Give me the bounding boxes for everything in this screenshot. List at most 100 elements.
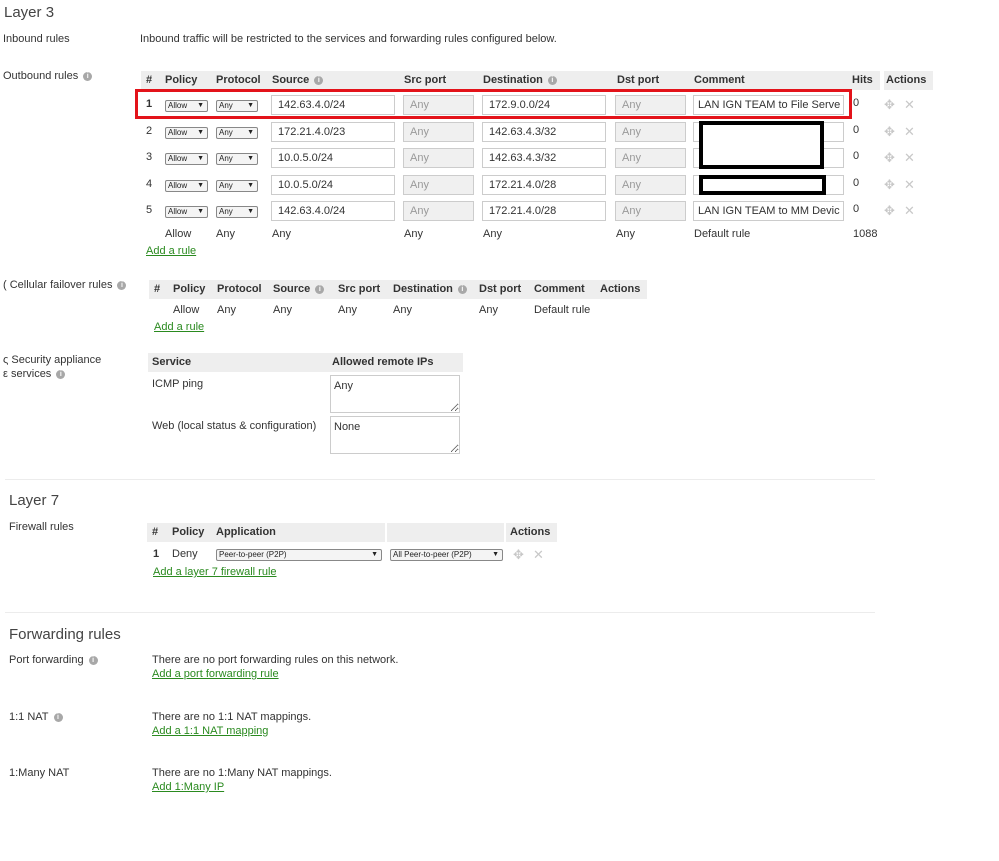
chevron-down-icon: ▼	[492, 551, 499, 558]
col-policy: Policy	[165, 74, 198, 86]
col-dst-port: Dst port	[617, 74, 660, 86]
cellular-default-comment: Default rule	[534, 304, 591, 316]
col-num: #	[154, 283, 161, 295]
add-layer7-rule-link[interactable]: Add a layer 7 firewall rule	[153, 566, 277, 578]
src-port-input[interactable]: Any	[403, 201, 474, 221]
policy-select[interactable]: Allow ▼	[165, 153, 208, 165]
nat-1to1-label: 1:1 NAT i	[9, 711, 63, 723]
layer7-table-header: # Policy Application Actions	[147, 523, 557, 542]
header-gap	[504, 523, 506, 542]
move-icon[interactable]: ✥	[884, 150, 895, 166]
policy-value: Allow	[168, 128, 188, 137]
cellular-default-src-port: Any	[338, 304, 357, 316]
info-icon[interactable]: i	[547, 76, 557, 85]
source-input[interactable]: 10.0.5.0/24	[271, 148, 395, 168]
move-icon[interactable]: ✥	[884, 177, 895, 193]
add-cellular-rule-link[interactable]: Add a rule	[154, 321, 204, 333]
col-protocol: Protocol	[217, 283, 262, 295]
icmp-allowed-ips-input[interactable]: Any	[330, 375, 460, 413]
delete-icon[interactable]: ✕	[904, 203, 915, 219]
add-1tomany-ip-link[interactable]: Add 1:Many IP	[152, 781, 224, 793]
info-icon[interactable]: i	[56, 370, 66, 379]
protocol-select[interactable]: Any ▼	[216, 127, 258, 139]
col-hits: Hits	[852, 74, 873, 86]
src-port-input[interactable]: Any	[403, 122, 474, 142]
info-icon[interactable]: i	[53, 713, 63, 722]
col-service: Service	[152, 356, 192, 368]
chevron-down-icon: ▼	[197, 208, 204, 215]
dst-port-input[interactable]: Any	[615, 201, 686, 221]
col-src-port: Src port	[404, 74, 447, 86]
l7-application-select[interactable]: Peer-to-peer (P2P) ▼	[216, 549, 382, 561]
protocol-select[interactable]: Any ▼	[216, 180, 258, 192]
source-input[interactable]: 10.0.5.0/24	[271, 175, 395, 195]
protocol-value: Any	[219, 207, 233, 216]
col-destination: Destination i	[483, 71, 557, 90]
col-destination-text: Destination	[483, 74, 543, 86]
policy-select[interactable]: Allow ▼	[165, 180, 208, 192]
chevron-down-icon: ▼	[197, 182, 204, 189]
col-source: Source i	[273, 280, 325, 299]
rule-num: 3	[146, 151, 153, 163]
info-icon[interactable]: i	[83, 72, 93, 81]
col-num: #	[146, 74, 153, 86]
chevron-down-icon: ▼	[197, 155, 204, 162]
cellular-default-destination: Any	[393, 304, 412, 316]
policy-select[interactable]: Allow ▼	[165, 127, 208, 139]
add-outbound-rule-link[interactable]: Add a rule	[146, 245, 196, 257]
port-forwarding-label: Port forwarding i	[9, 654, 98, 666]
info-icon[interactable]: i	[314, 76, 324, 85]
delete-icon[interactable]: ✕	[904, 97, 915, 113]
dst-port-input[interactable]: Any	[615, 148, 686, 168]
nat-1tomany-text: There are no 1:Many NAT mappings.	[152, 767, 332, 779]
delete-icon[interactable]: ✕	[904, 177, 915, 193]
src-port-input[interactable]: Any	[403, 148, 474, 168]
security-appliance-services-label: ς Security appliance ε services i	[3, 354, 102, 380]
delete-icon[interactable]: ✕	[533, 547, 544, 563]
add-port-forwarding-link[interactable]: Add a port forwarding rule	[152, 668, 279, 680]
protocol-select[interactable]: Any ▼	[216, 153, 258, 165]
default-source: Any	[272, 228, 291, 240]
port-forwarding-label-text: Port forwarding	[9, 654, 84, 666]
col-policy: Policy	[172, 526, 205, 538]
destination-input[interactable]: 142.63.4.3/32	[482, 148, 606, 168]
col-source-text: Source	[272, 74, 310, 86]
cellular-default-dst-port: Any	[479, 304, 498, 316]
default-dst-port: Any	[616, 228, 635, 240]
source-input[interactable]: 142.63.4.0/24	[271, 201, 395, 221]
policy-select[interactable]: Allow ▼	[165, 206, 208, 218]
move-icon[interactable]: ✥	[884, 203, 895, 219]
l7-sub-application-select[interactable]: All Peer-to-peer (P2P) ▼	[390, 549, 503, 561]
protocol-value: Any	[219, 154, 233, 163]
highlight-box	[135, 89, 852, 119]
move-icon[interactable]: ✥	[884, 97, 895, 113]
protocol-select[interactable]: Any ▼	[216, 206, 258, 218]
outbound-rules-label-text: Outbound rules	[3, 70, 79, 82]
dst-port-input[interactable]: Any	[615, 175, 686, 195]
add-1to1-nat-link[interactable]: Add a 1:1 NAT mapping	[152, 725, 268, 737]
destination-input[interactable]: 172.21.4.0/28	[482, 201, 606, 221]
delete-icon[interactable]: ✕	[904, 150, 915, 166]
info-icon[interactable]: i	[88, 656, 98, 665]
policy-value: Allow	[168, 154, 188, 163]
info-icon[interactable]: i	[117, 281, 127, 290]
default-hits: 1088	[853, 228, 878, 240]
move-icon[interactable]: ✥	[884, 124, 895, 140]
source-input[interactable]: 172.21.4.0/23	[271, 122, 395, 142]
chevron-down-icon: ▼	[371, 551, 378, 558]
destination-input[interactable]: 172.21.4.0/28	[482, 175, 606, 195]
inbound-rules-text: Inbound traffic will be restricted to th…	[140, 33, 557, 45]
dst-port-input[interactable]: Any	[615, 122, 686, 142]
redaction-box	[699, 121, 824, 169]
web-allowed-ips-input[interactable]: None	[330, 416, 460, 454]
default-policy: Allow	[165, 228, 192, 240]
comment-input[interactable]: LAN IGN TEAM to MM Devic	[693, 201, 844, 221]
move-icon[interactable]: ✥	[513, 547, 524, 563]
info-icon[interactable]: i	[457, 285, 467, 294]
col-comment: Comment	[534, 283, 585, 295]
info-icon[interactable]: i	[315, 285, 325, 294]
destination-input[interactable]: 142.63.4.3/32	[482, 122, 606, 142]
src-port-input[interactable]: Any	[403, 175, 474, 195]
services-table-header: Service Allowed remote IPs	[148, 353, 463, 372]
delete-icon[interactable]: ✕	[904, 124, 915, 140]
